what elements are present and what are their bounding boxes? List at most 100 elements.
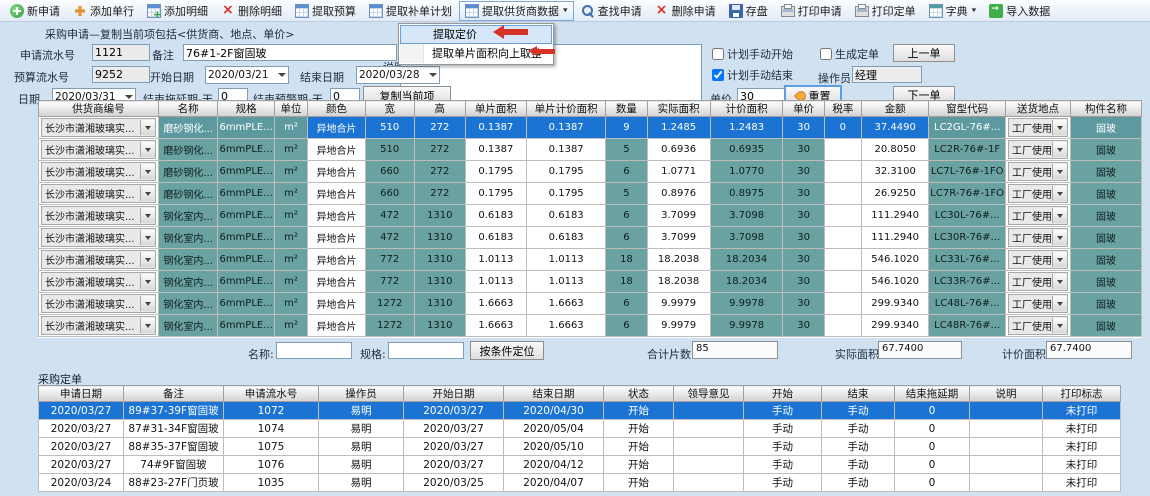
cell-window-code[interactable]: LC2R-76#-1F xyxy=(929,139,1006,161)
supplier-combo[interactable]: 长沙市潇湘玻璃实... xyxy=(41,316,156,335)
cell-piece-area[interactable]: 0.1795 xyxy=(465,183,526,205)
cell-unit[interactable]: m² xyxy=(274,117,308,139)
cell-end-date[interactable]: 2020/04/12 xyxy=(504,456,604,474)
column-header-window-code[interactable]: 窗型代码 xyxy=(929,101,1006,117)
cell-unit-price[interactable]: 30 xyxy=(783,271,824,293)
chevron-down-icon[interactable] xyxy=(140,164,155,179)
supplier-combo[interactable]: 长沙市潇湘玻璃实... xyxy=(41,184,156,203)
cell-unit-price[interactable]: 30 xyxy=(783,139,824,161)
cell-color[interactable]: 异地合片 xyxy=(308,183,365,205)
cell-remark[interactable]: 87#31-34F窗固玻 xyxy=(124,420,224,438)
cell-tax-rate[interactable] xyxy=(824,315,861,337)
cell-piece-area[interactable]: 0.1387 xyxy=(465,139,526,161)
cell-name[interactable]: 钢化室内... xyxy=(158,227,218,249)
column-header-print-flag[interactable]: 打印标志 xyxy=(1043,386,1121,402)
cell-end[interactable]: 手动 xyxy=(822,438,895,456)
cell-actual-area[interactable]: 9.9979 xyxy=(647,315,710,337)
column-header-part-name[interactable]: 构件名称 xyxy=(1071,101,1142,117)
cell-color[interactable]: 异地合片 xyxy=(308,117,365,139)
gen-order-checkbox[interactable]: 生成定单 xyxy=(820,46,879,62)
cell-unit[interactable]: m² xyxy=(274,139,308,161)
filter-spec-input[interactable] xyxy=(388,342,464,359)
table-row[interactable]: 长沙市潇湘玻璃实...磨砂钢化...6mmPLE...m²异地合片6602720… xyxy=(39,161,1142,183)
column-header-width[interactable]: 宽 xyxy=(365,101,414,117)
cell-leader-opinion[interactable] xyxy=(674,456,744,474)
column-header-qty[interactable]: 数量 xyxy=(606,101,647,117)
cell-price-area[interactable]: 18.2034 xyxy=(710,271,783,293)
chevron-down-icon[interactable] xyxy=(140,230,155,245)
cell-part-name[interactable]: 固玻 xyxy=(1071,227,1142,249)
cell-note[interactable] xyxy=(970,420,1043,438)
cell-price-area[interactable]: 0.6935 xyxy=(710,139,783,161)
menu-item-extract-pricing[interactable]: 提取定价 xyxy=(400,25,552,44)
chevron-down-icon[interactable] xyxy=(1052,296,1067,311)
cell-piece-area[interactable]: 1.6663 xyxy=(465,315,526,337)
cell-window-code[interactable]: LC30R-76#... xyxy=(929,227,1006,249)
gen-order-box[interactable] xyxy=(820,48,832,60)
cell-tax-rate[interactable] xyxy=(824,227,861,249)
cell-amount[interactable]: 546.1020 xyxy=(862,249,929,271)
chevron-down-icon[interactable] xyxy=(140,252,155,267)
cell-unit-price[interactable]: 30 xyxy=(783,183,824,205)
cell-part-name[interactable]: 固玻 xyxy=(1071,183,1142,205)
cell-piece-price-area[interactable]: 1.6663 xyxy=(527,315,606,337)
cell-operator[interactable]: 易明 xyxy=(319,420,404,438)
cell-piece-price-area[interactable]: 0.6183 xyxy=(527,227,606,249)
cell-status[interactable]: 开始 xyxy=(604,420,674,438)
plan-manual-start-box[interactable] xyxy=(712,48,724,60)
cell-remark[interactable]: 88#35-37F窗固玻 xyxy=(124,438,224,456)
cell-apply-no[interactable]: 1072 xyxy=(224,402,319,420)
cell-price-area[interactable]: 3.7098 xyxy=(710,205,783,227)
cell-piece-price-area[interactable]: 1.0113 xyxy=(527,249,606,271)
cell-qty[interactable]: 5 xyxy=(606,139,647,161)
cell-unit-price[interactable]: 30 xyxy=(783,227,824,249)
cell-height[interactable]: 1310 xyxy=(414,227,465,249)
cell-color[interactable]: 异地合片 xyxy=(308,271,365,293)
supplier-combo[interactable]: 长沙市潇湘玻璃实... xyxy=(41,250,156,269)
cell-apply-date[interactable]: 2020/03/27 xyxy=(39,420,124,438)
table-row[interactable]: 2020/03/2788#35-37F窗固玻1075易明2020/03/2720… xyxy=(39,438,1121,456)
cell-color[interactable]: 异地合片 xyxy=(308,227,365,249)
toolbar-import-data[interactable]: 导入数据 xyxy=(983,1,1056,21)
cell-start[interactable]: 手动 xyxy=(744,420,822,438)
cell-height[interactable]: 1310 xyxy=(414,205,465,227)
cell-tax-rate[interactable] xyxy=(824,139,861,161)
supplier-combo[interactable]: 长沙市潇湘玻璃实... xyxy=(41,206,156,225)
cell-tax-rate[interactable] xyxy=(824,293,861,315)
cell-price-area[interactable]: 1.0770 xyxy=(710,161,783,183)
cell-start[interactable]: 手动 xyxy=(744,438,822,456)
chevron-down-icon[interactable] xyxy=(1052,230,1067,245)
toolbar-extract-supplier-data[interactable]: 提取供货商数据▼ xyxy=(459,1,574,21)
delivery-combo[interactable]: 工厂使用 xyxy=(1008,162,1068,181)
chevron-down-icon[interactable] xyxy=(1052,208,1067,223)
cell-leader-opinion[interactable] xyxy=(674,402,744,420)
toolbar-print-application[interactable]: 打印申请 xyxy=(775,1,848,21)
cell-operator[interactable]: 易明 xyxy=(319,456,404,474)
cell-part-name[interactable]: 固玻 xyxy=(1071,293,1142,315)
delivery-combo[interactable]: 工厂使用 xyxy=(1008,228,1068,247)
cell-part-name[interactable]: 固玻 xyxy=(1071,249,1142,271)
cell-price-area[interactable]: 9.9978 xyxy=(710,293,783,315)
cell-actual-area[interactable]: 0.8976 xyxy=(647,183,710,205)
cell-piece-price-area[interactable]: 0.1795 xyxy=(527,161,606,183)
cell-note[interactable] xyxy=(970,402,1043,420)
cell-actual-area[interactable]: 1.0771 xyxy=(647,161,710,183)
cell-apply-no[interactable]: 1076 xyxy=(224,456,319,474)
cell-amount[interactable]: 111.2940 xyxy=(862,205,929,227)
cell-start[interactable]: 手动 xyxy=(744,456,822,474)
cell-window-code[interactable]: LC7L-76#-1FO xyxy=(929,161,1006,183)
plan-manual-end-checkbox[interactable]: 计划手动结束 xyxy=(712,67,793,83)
cell-end[interactable]: 手动 xyxy=(822,474,895,492)
cell-apply-no[interactable]: 1074 xyxy=(224,420,319,438)
column-header-height[interactable]: 高 xyxy=(414,101,465,117)
end-date-select[interactable]: 2020/03/28 xyxy=(356,66,440,84)
cell-spec[interactable]: 6mmPLE... xyxy=(218,315,274,337)
cell-price-area[interactable]: 0.8975 xyxy=(710,183,783,205)
cell-width[interactable]: 472 xyxy=(365,205,414,227)
cell-unit-price[interactable]: 30 xyxy=(783,161,824,183)
cell-part-name[interactable]: 固玻 xyxy=(1071,271,1142,293)
cell-piece-area[interactable]: 0.6183 xyxy=(465,205,526,227)
cell-width[interactable]: 1272 xyxy=(365,293,414,315)
chevron-down-icon[interactable] xyxy=(1052,164,1067,179)
cell-note[interactable] xyxy=(970,456,1043,474)
